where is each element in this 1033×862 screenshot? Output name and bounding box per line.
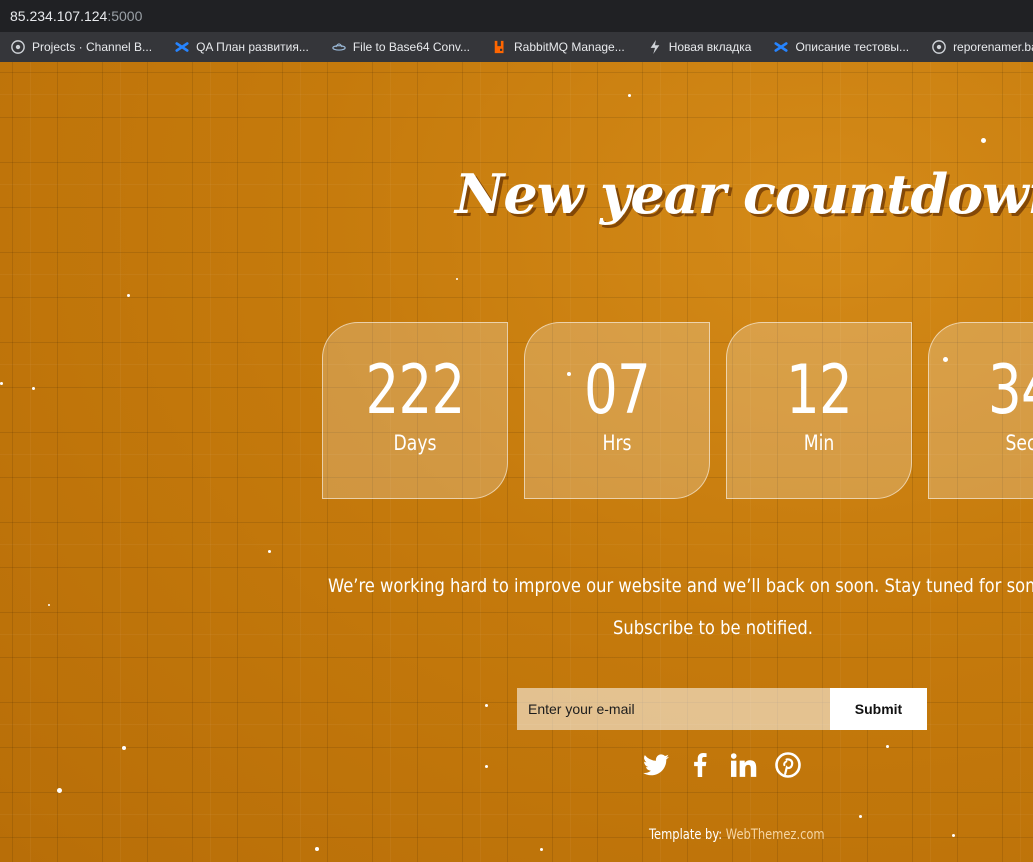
countdown-seconds: 34 Sec [928, 322, 1033, 499]
countdown-value: 07 [584, 351, 651, 430]
bookmark-label: Новая вкладка [668, 40, 752, 54]
bookmark-base64[interactable]: File to Base64 Conv... [325, 35, 476, 59]
submit-button[interactable]: Submit [830, 688, 927, 730]
snowflake [57, 788, 62, 793]
subscribe-form: Submit [517, 688, 927, 730]
bookmark-rabbitmq[interactable]: RabbitMQ Manage... [486, 35, 631, 59]
snowflake [886, 745, 889, 748]
snowflake [981, 138, 986, 143]
confluence-icon [174, 39, 190, 55]
countdown-value: 12 [786, 351, 853, 430]
countdown-minutes: 12 Min [726, 322, 912, 499]
countdown-value: 34 [988, 351, 1033, 430]
social-links [643, 752, 801, 778]
webthemez-link[interactable]: WebThemez.com [726, 827, 825, 843]
snowflake [48, 604, 50, 606]
countdown-value: 222 [365, 351, 466, 430]
countdown-label: Days [393, 431, 437, 455]
countdown-label: Sec [1005, 431, 1033, 455]
countdown: 222 Days 07 Hrs 12 Min 34 Sec [322, 322, 1033, 500]
bolt-icon [647, 39, 663, 55]
url-host: 85.234.107.124 [10, 8, 108, 24]
coming-soon-message: We’re working hard to improve our websit… [328, 565, 1033, 649]
countdown-label: Hrs [602, 431, 632, 455]
bookmark-label: reporenamer.bash ·... [953, 40, 1033, 54]
countdown-label: Min [803, 431, 835, 455]
snowflake [127, 294, 130, 297]
gitlab-icon [931, 39, 947, 55]
bookmark-new-tab[interactable]: Новая вкладка [641, 35, 758, 59]
snowflake [456, 278, 458, 280]
gitlab-icon [10, 39, 26, 55]
snowflake [32, 387, 35, 390]
rabbitmq-icon [492, 39, 508, 55]
address-bar[interactable]: 85.234.107.124:5000 [0, 0, 1033, 32]
snowflake [268, 550, 271, 553]
bookmark-reporenamer[interactable]: reporenamer.bash ·... [925, 35, 1033, 59]
url-port: :5000 [107, 8, 143, 24]
confluence-icon [773, 39, 789, 55]
pinterest-icon[interactable] [775, 752, 801, 778]
bookmark-label: File to Base64 Conv... [352, 40, 470, 54]
twitter-icon[interactable] [643, 752, 669, 778]
bookmarks-bar: Projects · Channel B... QA План развития… [0, 32, 1033, 62]
message-line-1: We’re working hard to improve our websit… [328, 575, 1033, 597]
snowflake [485, 704, 488, 707]
facebook-icon[interactable] [687, 752, 713, 778]
page-title: New year countdown! [455, 162, 1033, 226]
bookmark-projects[interactable]: Projects · Channel B... [4, 35, 158, 59]
snowflake [540, 848, 543, 851]
template-credit: Template by: WebThemez.com [649, 827, 825, 843]
bookmark-label: Описание тестовы... [795, 40, 910, 54]
countdown-days: 222 Days [322, 322, 508, 499]
snowflake [0, 382, 3, 385]
snowflake [122, 746, 126, 750]
snowflake [485, 765, 488, 768]
snowflake [628, 94, 631, 97]
credit-prefix: Template by: [649, 827, 723, 843]
message-line-2: Subscribe to be notified. [613, 617, 813, 639]
bookmark-qa-plan[interactable]: QA План развития... [168, 35, 315, 59]
bookmark-label: QA План развития... [196, 40, 309, 54]
bookmark-label: RabbitMQ Manage... [514, 40, 625, 54]
countdown-hours: 07 Hrs [524, 322, 710, 499]
bookmark-test-description[interactable]: Описание тестовы... [767, 35, 915, 59]
ufo-icon [331, 39, 347, 55]
snowflake [859, 815, 862, 818]
email-field[interactable] [517, 688, 830, 730]
snowflake [952, 834, 955, 837]
linkedin-icon[interactable] [731, 752, 757, 778]
snowflake [315, 847, 319, 851]
bookmark-label: Projects · Channel B... [32, 40, 153, 54]
page-content: New year countdown! 222 Days 07 Hrs 12 M… [0, 62, 1033, 862]
